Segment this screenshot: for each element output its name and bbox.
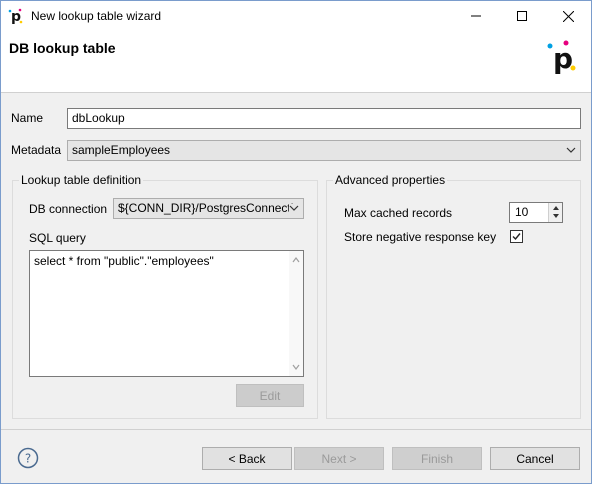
svg-text:p: p — [11, 9, 21, 25]
footer-separator — [1, 429, 591, 430]
db-connection-select[interactable]: ${CONN_DIR}/PostgresConnecti — [113, 198, 304, 219]
page-title: DB lookup table — [9, 40, 116, 56]
title-bar[interactable]: p New lookup table wizard — [1, 1, 591, 31]
metadata-label: Metadata — [11, 143, 62, 157]
max-cached-records-value: 10 — [515, 205, 529, 219]
metadata-select-value: sampleEmployees — [72, 143, 171, 157]
max-cached-records-label: Max cached records — [344, 206, 453, 220]
metadata-select[interactable]: sampleEmployees — [67, 140, 581, 161]
cloverdx-logo-icon: p — [547, 40, 576, 75]
name-input-value: dbLookup — [72, 111, 125, 125]
wizard-banner: DB lookup table p — [1, 31, 591, 93]
spin-up-icon[interactable] — [549, 203, 563, 212]
close-icon — [562, 10, 574, 22]
window-title: New lookup table wizard — [31, 9, 162, 23]
minimize-icon — [471, 15, 481, 17]
sql-query-text: select * from "public"."employees" — [34, 254, 214, 268]
db-connection-select-value: ${CONN_DIR}/PostgresConnecti — [118, 201, 294, 215]
chevron-down-icon — [566, 147, 576, 153]
cancel-button[interactable]: Cancel — [490, 447, 580, 470]
sql-query-label: SQL query — [29, 231, 86, 245]
lookup-definition-title: Lookup table definition — [19, 173, 144, 187]
close-button[interactable] — [545, 1, 591, 31]
scroll-up-icon[interactable] — [289, 253, 303, 267]
advanced-properties-title: Advanced properties — [333, 173, 448, 187]
sql-query-scrollbar[interactable] — [289, 251, 303, 376]
minimize-button[interactable] — [453, 1, 499, 31]
spinner-buttons[interactable] — [548, 203, 562, 222]
sql-query-textarea[interactable]: select * from "public"."employees" — [29, 250, 304, 377]
checkmark-icon — [512, 233, 521, 241]
name-label: Name — [11, 111, 44, 125]
back-button[interactable]: < Back — [202, 447, 292, 470]
store-negative-checkbox[interactable] — [510, 230, 523, 243]
chevron-down-icon — [289, 204, 299, 212]
spin-down-icon[interactable] — [549, 212, 563, 221]
app-logo-icon: p — [8, 8, 23, 25]
wizard-window: p New lookup table wizard DB lookup tabl… — [0, 0, 592, 484]
scroll-down-icon[interactable] — [289, 360, 303, 374]
svg-text:?: ? — [25, 452, 31, 466]
name-input[interactable]: dbLookup — [67, 108, 581, 129]
edit-button[interactable]: Edit — [236, 384, 304, 407]
finish-button[interactable]: Finish — [392, 447, 482, 470]
next-button[interactable]: Next > — [294, 447, 384, 470]
maximize-icon — [517, 11, 527, 21]
db-connection-label: DB connection — [29, 202, 108, 216]
svg-text:p: p — [553, 42, 573, 75]
maximize-button[interactable] — [499, 1, 545, 31]
store-negative-label: Store negative response key — [344, 230, 497, 244]
help-icon[interactable]: ? — [17, 447, 39, 469]
max-cached-records-spinner[interactable]: 10 — [509, 202, 563, 223]
